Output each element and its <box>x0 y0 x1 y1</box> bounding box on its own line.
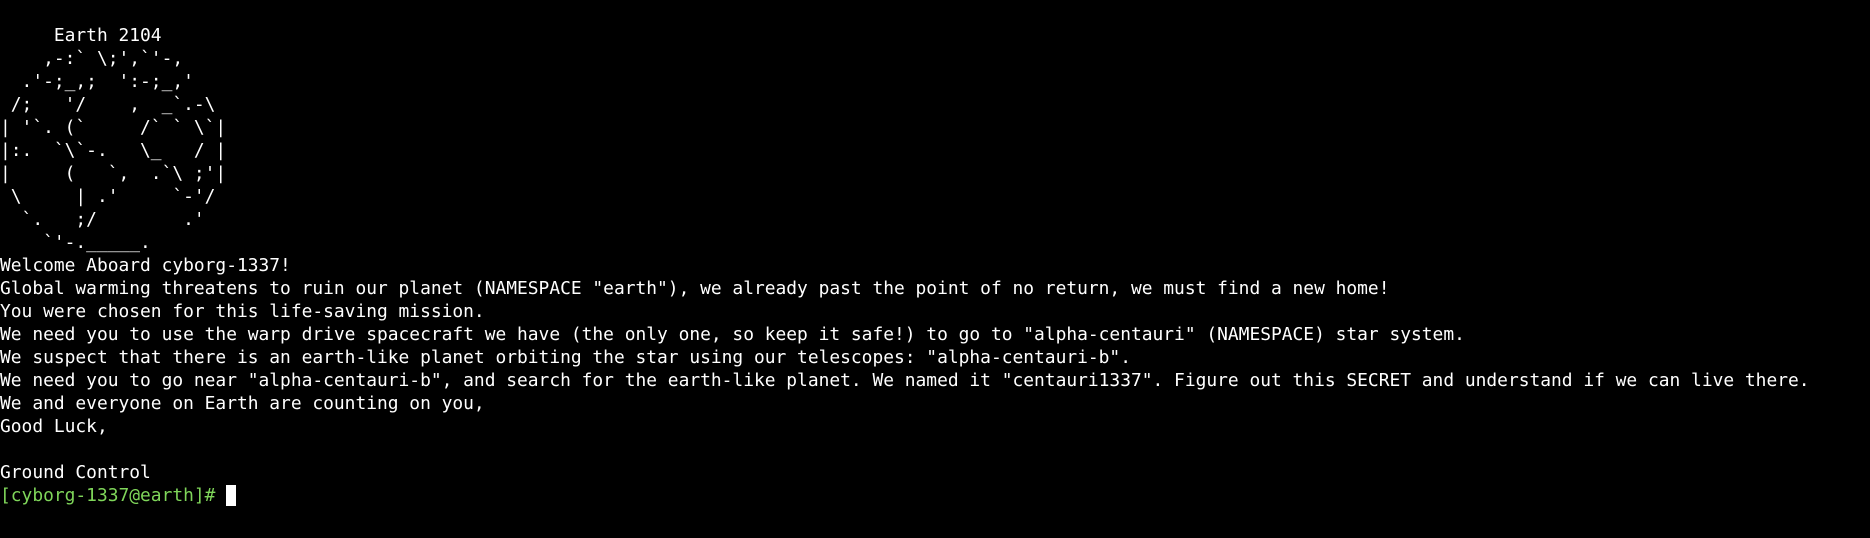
message-line: We need you to use the warp drive spacec… <box>0 324 1465 345</box>
ascii-art-line: Earth 2104 <box>0 25 162 46</box>
ascii-art-line: \ | .' `-'/ <box>0 186 216 207</box>
ascii-art-line: ,-:` \;',`'-, <box>0 48 184 69</box>
ascii-art-line: /; '/ , _`.-\ <box>0 94 216 115</box>
message-line: We suspect that there is an earth-like p… <box>0 347 1131 368</box>
message-line: Ground Control <box>0 462 151 483</box>
message-line: Global warming threatens to ruin our pla… <box>0 278 1390 299</box>
message-line <box>0 438 1870 461</box>
welcome-message: Welcome Aboard cyborg-1337! Global warmi… <box>0 254 1870 484</box>
ascii-art-line: .'-;_,; ':-;_,' <box>0 71 194 92</box>
ascii-art-line: |:. `\`-. \_ / | <box>0 140 227 161</box>
ascii-art-line: `'-._____. <box>0 232 151 253</box>
earth-ascii-art: Earth 2104 ,-:` \;',`'-, .'-;_,; ':-;_,'… <box>0 24 1870 254</box>
ascii-art-line: | ( `, .`\ ;'| <box>0 163 227 184</box>
ascii-art-line: | '`. (` /` ` \`| <box>0 117 227 138</box>
command-line[interactable]: [cyborg-1337@earth]# <box>0 484 1870 507</box>
ascii-art-line: `. ;/ .' <box>0 209 205 230</box>
message-line: Good Luck, <box>0 416 108 437</box>
terminal-window[interactable]: Earth 2104 ,-:` \;',`'-, .'-;_,; ':-;_,'… <box>0 0 1870 538</box>
message-line: Welcome Aboard cyborg-1337! <box>0 255 291 276</box>
message-line: We need you to go near "alpha-centauri-b… <box>0 370 1810 391</box>
shell-prompt: [cyborg-1337@earth]# <box>0 485 216 506</box>
message-line: You were chosen for this life-saving mis… <box>0 301 485 322</box>
cursor-block[interactable] <box>226 485 237 506</box>
message-line: We and everyone on Earth are counting on… <box>0 393 485 414</box>
